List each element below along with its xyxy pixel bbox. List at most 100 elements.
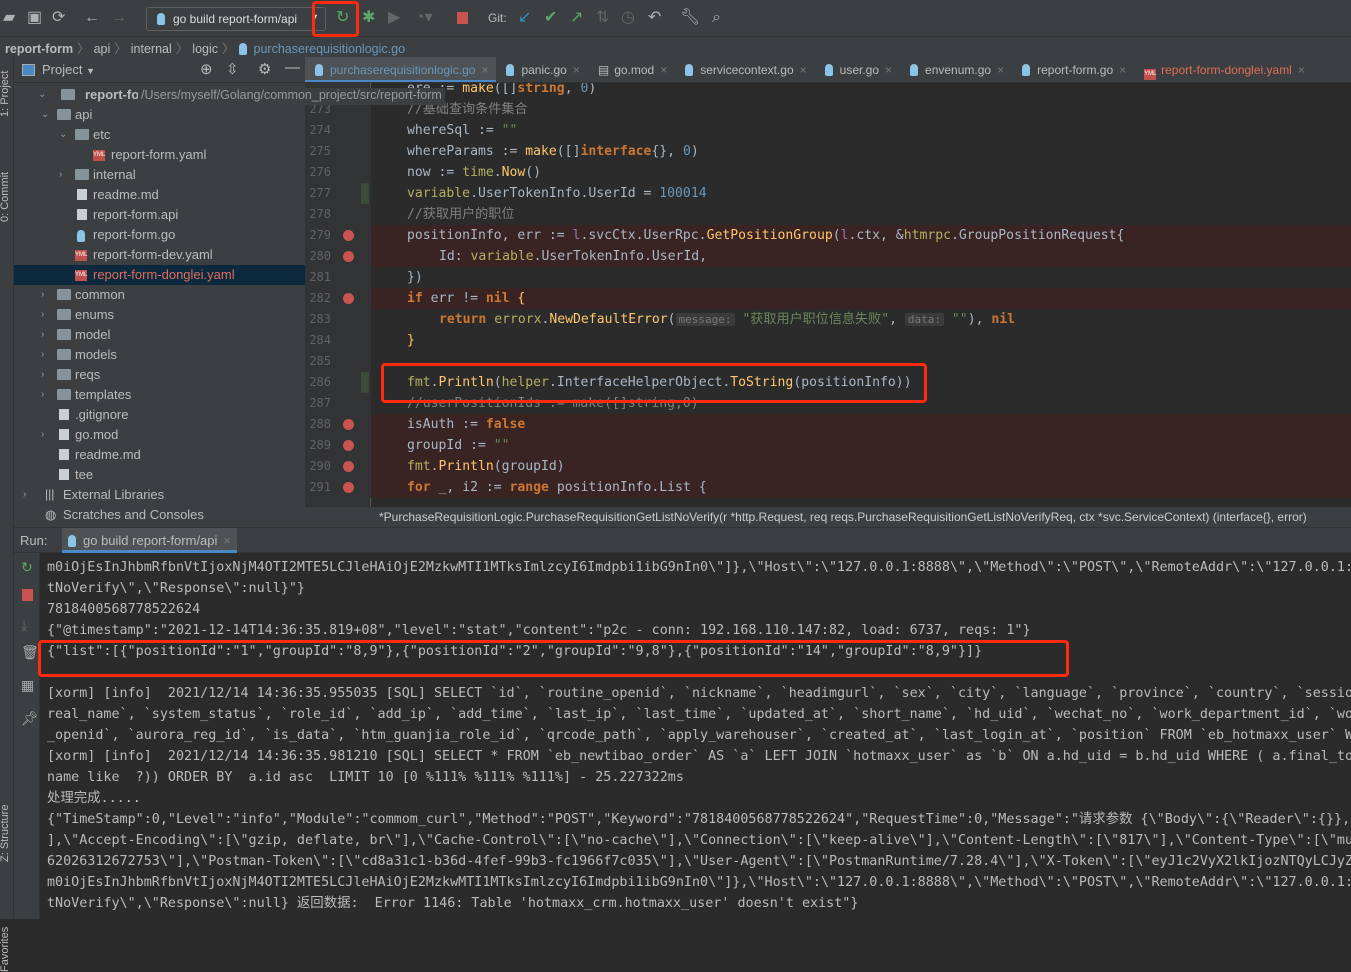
- close-icon[interactable]: ×: [997, 63, 1004, 77]
- breakpoint-icon[interactable]: [343, 293, 354, 304]
- chevron-right-icon[interactable]: ›: [59, 169, 62, 180]
- tree-item[interactable]: tee: [14, 465, 305, 485]
- breakpoint-icon[interactable]: [343, 230, 354, 241]
- breakpoint-icon[interactable]: [343, 440, 354, 451]
- breakpoint-icon[interactable]: [343, 251, 354, 262]
- git-compare-icon[interactable]: ⇅: [596, 9, 609, 27]
- open-folder-icon[interactable]: ▰: [3, 9, 15, 27]
- tool-window-favorites[interactable]: Favorites: [0, 927, 11, 972]
- tree-item[interactable]: › reqs: [14, 365, 305, 385]
- run-configuration-select[interactable]: go build report-form/api ▼: [146, 7, 326, 31]
- tree-item[interactable]: › go.mod: [14, 425, 305, 445]
- stop-icon[interactable]: [22, 589, 33, 601]
- tree-item[interactable]: readme.md: [14, 445, 305, 465]
- minimize-icon[interactable]: —: [285, 59, 300, 76]
- chevron-right-icon[interactable]: ›: [41, 329, 44, 340]
- stop-icon[interactable]: [457, 12, 468, 24]
- breakpoint-icon[interactable]: [343, 419, 354, 430]
- breakpoint-icon[interactable]: [343, 461, 354, 472]
- gear-icon[interactable]: ⚙: [258, 60, 271, 78]
- tree-item[interactable]: › common: [14, 285, 305, 305]
- trash-icon[interactable]: 🗑︎: [21, 644, 39, 661]
- code-editor[interactable]: ere := make([]string, 0)273//基础查询条件集合274…: [305, 83, 1351, 507]
- project-view-select[interactable]: Project: [42, 62, 82, 77]
- close-icon[interactable]: ×: [223, 533, 231, 548]
- tree-item[interactable]: › model: [14, 325, 305, 345]
- save-icon[interactable]: ▣: [27, 9, 42, 27]
- tree-item[interactable]: YML report-form-donglei.yaml: [14, 265, 305, 285]
- breakpoint-icon[interactable]: [343, 482, 354, 493]
- tree-item[interactable]: ◍ Scratches and Consoles: [14, 505, 305, 525]
- tree-item[interactable]: ⌄ api: [14, 105, 305, 125]
- tree-item[interactable]: › ||| External Libraries: [14, 485, 305, 505]
- tree-item[interactable]: report-form.api: [14, 205, 305, 225]
- git-push-icon[interactable]: ↗: [570, 9, 583, 27]
- tree-item[interactable]: YML report-form.yaml: [14, 145, 305, 165]
- revert-icon[interactable]: ↶: [648, 9, 661, 27]
- chevron-right-icon[interactable]: ›: [23, 489, 26, 500]
- editor-tab[interactable]: user.go ×: [815, 57, 900, 82]
- tree-item[interactable]: report-form.go: [14, 225, 305, 245]
- breadcrumb-item[interactable]: purchaserequisitionlogic.go: [254, 42, 405, 56]
- breadcrumb-item[interactable]: report-form: [5, 42, 73, 56]
- breadcrumb-item[interactable]: api: [94, 42, 111, 56]
- breadcrumb-item[interactable]: internal: [131, 42, 172, 56]
- tree-item[interactable]: ⌄ etc: [14, 125, 305, 145]
- tree-item[interactable]: › internal: [14, 165, 305, 185]
- close-icon[interactable]: ×: [660, 63, 667, 77]
- tool-window-project[interactable]: 1: Project: [0, 71, 11, 117]
- debug-icon[interactable]: ✱: [362, 9, 375, 27]
- close-icon[interactable]: ×: [1298, 63, 1305, 77]
- tree-item[interactable]: YML report-form-dev.yaml: [14, 245, 305, 265]
- chevron-down-icon[interactable]: ⌄: [41, 109, 49, 120]
- editor-tab[interactable]: envenum.go ×: [900, 57, 1012, 82]
- tool-window-structure[interactable]: Z: Structure: [0, 805, 11, 862]
- forward-icon[interactable]: →: [111, 9, 127, 27]
- settings-wrench-icon[interactable]: 🔧︎: [680, 9, 700, 27]
- breadcrumb-item[interactable]: logic: [192, 42, 218, 56]
- tool-window-commit[interactable]: 0: Commit: [0, 172, 11, 222]
- profile-icon[interactable]: ◔▾: [415, 9, 433, 27]
- pin-icon[interactable]: 📌︎: [21, 710, 39, 727]
- back-icon[interactable]: ←: [84, 9, 100, 27]
- tree-item[interactable]: .gitignore: [14, 405, 305, 425]
- editor-tab[interactable]: YML report-form-donglei.yaml ×: [1134, 57, 1313, 82]
- chevron-right-icon[interactable]: ›: [41, 429, 44, 440]
- run-tab[interactable]: go build report-form/api ×: [62, 528, 237, 553]
- scroll-to-end-icon[interactable]: ⤓: [21, 617, 27, 634]
- editor-tab[interactable]: panic.go ×: [496, 57, 587, 82]
- tree-item[interactable]: readme.md: [14, 185, 305, 205]
- chevron-down-icon[interactable]: ▼: [86, 66, 95, 76]
- editor-tab[interactable]: ▤ go.mod ×: [588, 57, 675, 82]
- code-token: "": [951, 312, 968, 327]
- chevron-right-icon[interactable]: ›: [41, 389, 44, 400]
- git-commit-icon[interactable]: ✔: [544, 9, 557, 27]
- editor-tab[interactable]: servicecontext.go ×: [675, 57, 814, 82]
- history-icon[interactable]: ◷: [621, 9, 635, 27]
- close-icon[interactable]: ×: [573, 63, 580, 77]
- editor-tab[interactable]: purchaserequisitionlogic.go ×: [305, 57, 497, 82]
- collapse-all-icon[interactable]: ⇳: [226, 60, 239, 78]
- close-icon[interactable]: ×: [481, 63, 488, 77]
- chevron-right-icon[interactable]: ›: [41, 349, 44, 360]
- editor-tab[interactable]: report-form.go ×: [1012, 57, 1134, 82]
- locate-icon[interactable]: ⊕: [200, 60, 213, 78]
- chevron-right-icon[interactable]: ›: [41, 369, 44, 380]
- tree-item[interactable]: › enums: [14, 305, 305, 325]
- coverage-icon[interactable]: ▶: [388, 9, 400, 27]
- close-icon[interactable]: ×: [885, 63, 892, 77]
- git-update-icon[interactable]: ↙: [518, 9, 531, 27]
- close-icon[interactable]: ×: [1119, 63, 1126, 77]
- layout-icon[interactable]: ▦: [21, 677, 34, 694]
- rerun-icon[interactable]: ↻: [21, 559, 33, 576]
- chevron-down-icon[interactable]: ⌄: [59, 129, 67, 140]
- run-console[interactable]: ↻ ⤓ 🗑︎ ▦ 📌︎ m0iOjEsInJhbmRfbnVtIjoxNjM4O…: [14, 553, 1351, 919]
- chevron-down-icon[interactable]: ⌄: [38, 89, 46, 100]
- close-icon[interactable]: ×: [800, 63, 807, 77]
- chevron-right-icon[interactable]: ›: [41, 309, 44, 320]
- chevron-right-icon[interactable]: ›: [41, 289, 44, 300]
- search-icon[interactable]: ⌕: [712, 9, 721, 27]
- tree-item[interactable]: › models: [14, 345, 305, 365]
- sync-icon[interactable]: ⟳: [52, 9, 65, 27]
- tree-item[interactable]: › templates: [14, 385, 305, 405]
